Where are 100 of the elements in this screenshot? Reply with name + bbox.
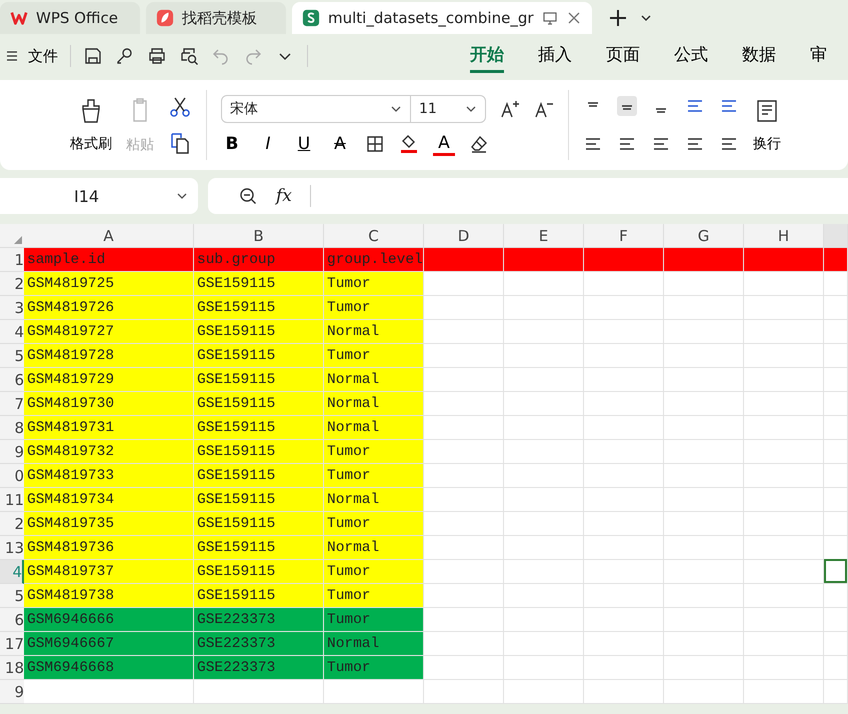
table-cell: Normal <box>324 632 424 656</box>
table-cell: sample.id <box>24 248 194 272</box>
row-header[interactable]: 0 <box>0 464 24 488</box>
row-header[interactable]: 11 <box>0 488 24 512</box>
table-cell: GSM4819738 <box>24 584 194 608</box>
format-button[interactable]: B <box>221 134 243 154</box>
table-cell: sub.group <box>194 248 324 272</box>
table-cell: GSM4819734 <box>24 488 194 512</box>
table-cell: GSM4819733 <box>24 464 194 488</box>
format-button[interactable]: U <box>293 134 315 154</box>
table-cell: GSM4819730 <box>24 392 194 416</box>
row-header[interactable]: 9 <box>0 440 24 464</box>
table-cell: GSE223373 <box>194 608 324 632</box>
row-header[interactable]: 7 <box>0 392 24 416</box>
table-cell: Tumor <box>324 584 424 608</box>
ribbon-tab[interactable]: 数据 <box>742 39 776 73</box>
table-cell: GSE159115 <box>194 272 324 296</box>
table-cell: Tumor <box>324 656 424 680</box>
table-cell: GSM4819729 <box>24 368 194 392</box>
column-header[interactable]: A <box>24 224 194 247</box>
column-header[interactable]: F <box>584 224 664 247</box>
row-header[interactable]: 6 <box>0 608 24 632</box>
column-header[interactable]: E <box>504 224 584 247</box>
column-header[interactable]: G <box>664 224 744 247</box>
row-header[interactable]: 1 <box>0 248 24 272</box>
table-cell: GSM6946668 <box>24 656 194 680</box>
table-cell: GSE159115 <box>194 584 324 608</box>
table-cell: GSM4819731 <box>24 416 194 440</box>
row-header[interactable]: 8 <box>0 416 24 440</box>
table-cell: GSE159115 <box>194 368 324 392</box>
table-cell: GSE223373 <box>194 656 324 680</box>
table-cell: Normal <box>324 488 424 512</box>
table-cell: group.level <box>324 248 424 272</box>
table-cell: GSM6946666 <box>24 608 194 632</box>
ribbon-tab[interactable]: 插入 <box>538 39 572 73</box>
row-header[interactable]: 2 <box>0 512 24 536</box>
table-cell: GSE159115 <box>194 488 324 512</box>
document-tab[interactable]: multi_datasets_combine_gr <box>292 2 592 34</box>
ribbon-tab[interactable]: 页面 <box>606 39 640 73</box>
table-cell: GSM4819726 <box>24 296 194 320</box>
row-header[interactable]: 5 <box>0 344 24 368</box>
row-header[interactable]: 6 <box>0 368 24 392</box>
table-cell: GSE159115 <box>194 344 324 368</box>
table-cell: GSM4819725 <box>24 272 194 296</box>
row-header[interactable]: 18 <box>0 656 24 680</box>
table-cell: GSE223373 <box>194 632 324 656</box>
document-tab[interactable]: 找稻壳模板 <box>146 2 286 34</box>
row-header[interactable]: 13 <box>0 536 24 560</box>
row-header[interactable]: 2 <box>0 272 24 296</box>
table-cell: Tumor <box>324 296 424 320</box>
table-cell: GSM4819736 <box>24 536 194 560</box>
font-color-button[interactable]: A <box>433 132 455 156</box>
table-cell: Normal <box>324 536 424 560</box>
table-cell: Tumor <box>324 560 424 584</box>
font-size-field[interactable]: 11 <box>410 94 486 122</box>
row-header[interactable]: 4 <box>0 320 24 344</box>
function-label[interactable]: fx <box>276 186 292 206</box>
table-cell: GSM4819728 <box>24 344 194 368</box>
table-cell: GSM4819727 <box>24 320 194 344</box>
table-cell: GSE159115 <box>194 320 324 344</box>
table-cell: Tumor <box>324 608 424 632</box>
format-painter-button[interactable]: 格式刷 <box>70 97 112 153</box>
format-button[interactable]: I <box>257 134 279 154</box>
column-header[interactable]: C <box>324 224 424 247</box>
row-header[interactable]: 17 <box>0 632 24 656</box>
table-cell: Tumor <box>324 440 424 464</box>
table-cell: GSE159115 <box>194 560 324 584</box>
ribbon-tab[interactable]: 公式 <box>674 39 708 73</box>
table-cell: Tumor <box>324 272 424 296</box>
table-cell: GSE159115 <box>194 416 324 440</box>
table-cell: GSE159115 <box>194 512 324 536</box>
table-cell: GSM6946667 <box>24 632 194 656</box>
table-cell: Tumor <box>324 512 424 536</box>
file-menu-button[interactable]: 文件 <box>6 46 58 66</box>
table-cell: GSE159115 <box>194 392 324 416</box>
table-cell: GSE159115 <box>194 296 324 320</box>
column-header[interactable]: B <box>194 224 324 247</box>
table-cell: GSM4819732 <box>24 440 194 464</box>
table-cell: Normal <box>324 368 424 392</box>
document-tab[interactable]: WPS Office <box>0 2 140 34</box>
table-cell: Tumor <box>324 344 424 368</box>
table-cell: Normal <box>324 320 424 344</box>
row-header[interactable]: 5 <box>0 584 24 608</box>
name-box[interactable]: I14 <box>0 178 198 214</box>
table-cell: GSM4819735 <box>24 512 194 536</box>
column-header[interactable]: D <box>424 224 504 247</box>
format-button[interactable]: A <box>329 134 351 154</box>
font-name-field[interactable]: 宋体 <box>221 94 411 122</box>
table-cell: GSE159115 <box>194 536 324 560</box>
wrap-text-button[interactable]: 换行 <box>753 97 781 153</box>
formula-field[interactable]: fx <box>208 178 848 214</box>
table-cell: GSE159115 <box>194 464 324 488</box>
table-cell: Normal <box>324 416 424 440</box>
row-header[interactable]: 9 <box>0 680 24 704</box>
table-cell: Tumor <box>324 464 424 488</box>
ribbon-tab[interactable]: 审 <box>810 39 827 73</box>
table-cell: GSM4819737 <box>24 560 194 584</box>
ribbon-tab[interactable]: 开始 <box>470 39 504 73</box>
row-header[interactable]: 3 <box>0 296 24 320</box>
table-cell: Normal <box>324 392 424 416</box>
